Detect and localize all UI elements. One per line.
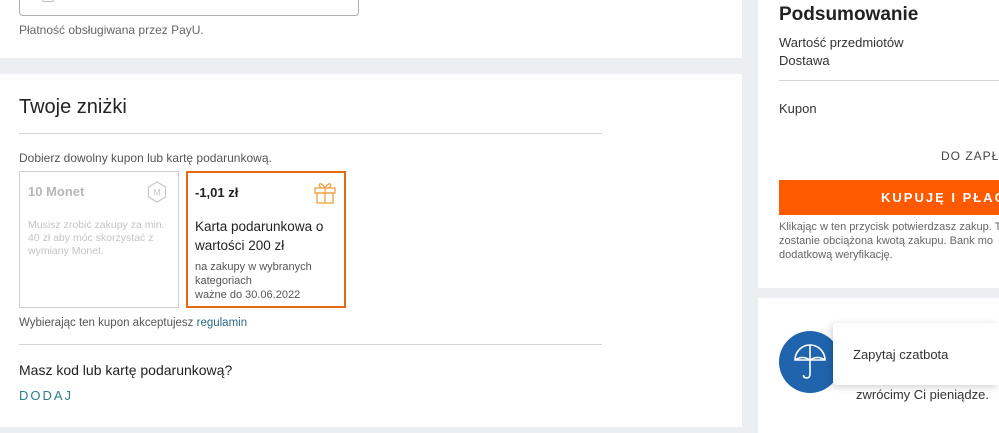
terms-prefix: Wybierając ten kupon akceptujesz [19, 317, 197, 329]
chatbot-label: Zapytaj czatbota [853, 347, 949, 362]
coupon-card-monet[interactable]: 10 Monet M Musisz zrobić zakupy za min. … [19, 171, 179, 308]
choose-coupon-note: Dobierz dowolny kupon lub kartę podarunk… [19, 151, 272, 165]
svg-text:M: M [153, 188, 161, 198]
terms-link[interactable]: regulamin [197, 317, 248, 329]
refund-text: zwrócimy Ci pieniądze. [856, 387, 989, 402]
delivery-label: Dostawa [779, 53, 830, 68]
divider [19, 133, 602, 134]
chatbot-bubble[interactable]: Zapytaj czatbota [833, 323, 999, 385]
gift-card-scope: na zakupy w wybranych kategoriach [195, 261, 312, 287]
coupon-amount: -1,01 zł [195, 185, 239, 200]
add-code-button[interactable]: DODAJ [19, 388, 73, 403]
summary-panel: Podsumowanie Wartość przedmiotów Dostawa… [758, 0, 999, 288]
discounts-panel: Twoje zniżki Dobierz dowolny kupon lub k… [0, 74, 742, 427]
code-question: Masz kod lub kartę podarunkową? [19, 362, 233, 378]
discounts-title: Twoje zniżki [19, 96, 127, 118]
card-icon [42, 0, 54, 2]
payu-note: Płatność obsługiwana przez PayU. [19, 23, 204, 37]
coupon-title: 10 Monet [28, 184, 85, 199]
payment-panel: Płatność obsługiwana przez PayU. [0, 0, 742, 58]
monet-coin-icon: M [147, 181, 167, 203]
buy-note: Klikając w ten przycisk potwierdzasz zak… [779, 221, 999, 261]
divider [19, 344, 602, 345]
gift-card-name: Karta podarunkowa o wartości 200 zł [195, 219, 324, 253]
coupon-description: Musisz zrobić zakupy za min. 40 zł aby m… [28, 219, 165, 257]
gift-icon [314, 183, 336, 204]
gift-card-validity: ważne do 30.06.2022 [195, 289, 301, 301]
divider [779, 80, 999, 81]
payment-method-box[interactable] [19, 0, 359, 16]
terms-note: Wybierając ten kupon akceptujesz regulam… [19, 317, 247, 329]
items-value-label: Wartość przedmiotów [779, 35, 904, 50]
umbrella-icon [779, 331, 841, 393]
buy-and-pay-button[interactable]: KUPUJĘ I PŁACĘ [779, 180, 999, 215]
coupon-card-gift[interactable]: -1,01 zł Karta podarunkowa o wartości 20… [186, 171, 346, 308]
coupon-label: Kupon [779, 101, 817, 116]
summary-title: Podsumowanie [779, 4, 919, 25]
to-pay-label: DO ZAPŁA [941, 149, 999, 163]
